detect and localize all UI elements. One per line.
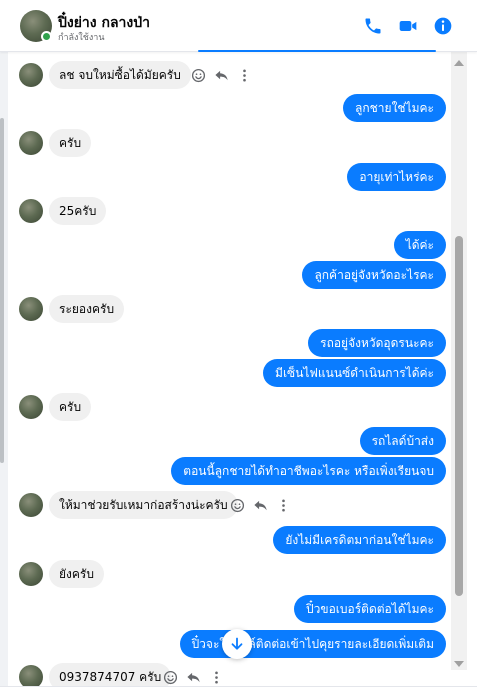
message-row-outgoing: ยังไม่มีเครดิตมาก่อนใช่ไมคะ [8,526,451,554]
arrow-down-icon [231,637,243,650]
message-row-outgoing: ได้ค่ะ [8,231,451,259]
message-row-outgoing: ปิ๋วขอเบอร์ติดต่อได้ไมคะ [8,595,451,623]
react-emoji-icon[interactable] [191,68,206,83]
outgoing-message-bubble[interactable]: ปิ๋วจะให้ที่ลล์ติดต่อเข้าไปคุยรายละเอียด… [179,630,446,658]
message-list-scrollbar[interactable] [451,52,467,670]
sender-avatar[interactable] [19,395,43,419]
incoming-message-bubble[interactable]: 25ครับ [49,197,107,225]
sender-avatar[interactable] [19,199,43,223]
message-row-outgoing: ตอนนี้ลูกชายได้ทำอาชีพอะไรคะ หรือเพิ่งเร… [8,457,451,485]
sender-avatar[interactable] [19,562,43,586]
sender-avatar[interactable] [19,493,43,517]
outgoing-message-bubble[interactable]: ปิ๋วขอเบอร์ติดต่อได้ไมคะ [294,595,446,623]
message-row-incoming: ให้มาช่วยรับเหมาก่อสร้างน่ะครับ [8,491,451,519]
contact-active-status: กำลังใช้งาน [58,33,105,43]
incoming-message-bubble[interactable]: ครับ [49,393,92,421]
react-emoji-icon[interactable] [163,670,178,685]
left-panel-scrollbar[interactable] [0,118,4,463]
outgoing-message-bubble[interactable]: รถไลด์บ้าส่ง [359,427,446,455]
sender-avatar[interactable] [19,131,43,155]
message-row-outgoing: ลูกค้าอยู่จังหวัดอะไรคะ [8,261,451,289]
reply-arrow-icon[interactable] [214,68,229,83]
reply-arrow-icon[interactable] [253,498,268,513]
message-row-incoming: 25ครับ [8,197,451,225]
message-row-outgoing: ลูกชายใช่ไมคะ [8,94,451,122]
message-list[interactable]: ลช จบใหม่ซื้อได้มัยครับ ลูกชายใช่ไมคะ คร… [8,52,451,694]
scrollbar-thumb[interactable] [455,236,463,596]
message-actions [191,66,252,84]
message-actions [230,496,291,514]
incoming-message-bubble[interactable]: ยังครับ [49,560,104,588]
outgoing-message-bubble[interactable]: ยังไม่มีเครดิตมาก่อนใช่ไมคะ [273,526,446,554]
outgoing-message-bubble[interactable]: มีเซ็นไฟแนนซ์ดำเนินการได้ค่ะ [263,359,446,387]
more-options-icon[interactable] [209,670,224,685]
sender-avatar[interactable] [19,297,43,321]
message-row-outgoing: รถอยู่จังหวัดอุดรนะคะ [8,329,451,357]
video-camera-icon[interactable] [398,16,418,36]
phone-icon[interactable] [363,16,383,36]
outgoing-message-bubble[interactable]: รถอยู่จังหวัดอุดรนะคะ [308,329,446,357]
scroll-down-arrow-icon[interactable] [454,661,464,667]
reply-arrow-icon[interactable] [186,670,201,685]
more-options-icon[interactable] [237,68,252,83]
message-row-incoming: ยังครับ [8,560,451,588]
outgoing-message-bubble[interactable]: ลูกค้าอยู่จังหวัดอะไรคะ [302,261,446,289]
more-options-icon[interactable] [276,498,291,513]
message-actions [163,668,224,686]
message-row-outgoing: รถไลด์บ้าส่ง [8,427,451,455]
message-composer[interactable] [0,686,477,694]
message-row-outgoing: อายุเท่าไหร่คะ [8,163,451,191]
message-row-outgoing: มีเซ็นไฟแนนซ์ดำเนินการได้ค่ะ [8,359,451,387]
sender-avatar[interactable] [19,63,43,87]
scroll-to-bottom-button[interactable] [222,629,252,659]
incoming-message-bubble[interactable]: ระยองครับ [49,295,125,323]
message-row-incoming: ลช จบใหม่ซื้อได้มัยครับ [8,61,451,89]
outgoing-message-bubble[interactable]: อายุเท่าไหร่คะ [347,163,446,191]
incoming-message-bubble[interactable]: ให้มาช่วยรับเหมาก่อสร้างน่ะครับ [49,491,238,519]
message-row-incoming: ระยองครับ [8,295,451,323]
conversation-header: ปิ๋งย่าง กลางป่า กำลังใช้งาน [0,0,477,52]
outgoing-message-bubble[interactable]: ได้ค่ะ [393,231,446,259]
message-row-incoming: ครับ [8,129,451,157]
incoming-message-bubble[interactable]: ลช จบใหม่ซื้อได้มัยครับ [49,61,191,89]
react-emoji-icon[interactable] [230,498,245,513]
header-divider-accent [198,50,436,52]
incoming-message-bubble[interactable]: ครับ [49,129,92,157]
message-row-incoming: ครับ [8,393,451,421]
outgoing-message-bubble[interactable]: ลูกชายใช่ไมคะ [343,94,446,122]
scroll-up-arrow-icon[interactable] [454,60,464,66]
outgoing-message-bubble[interactable]: ตอนนี้ลูกชายได้ทำอาชีพอะไรคะ หรือเพิ่งเร… [171,457,446,485]
info-icon[interactable] [433,16,453,36]
online-status-dot [41,31,52,42]
